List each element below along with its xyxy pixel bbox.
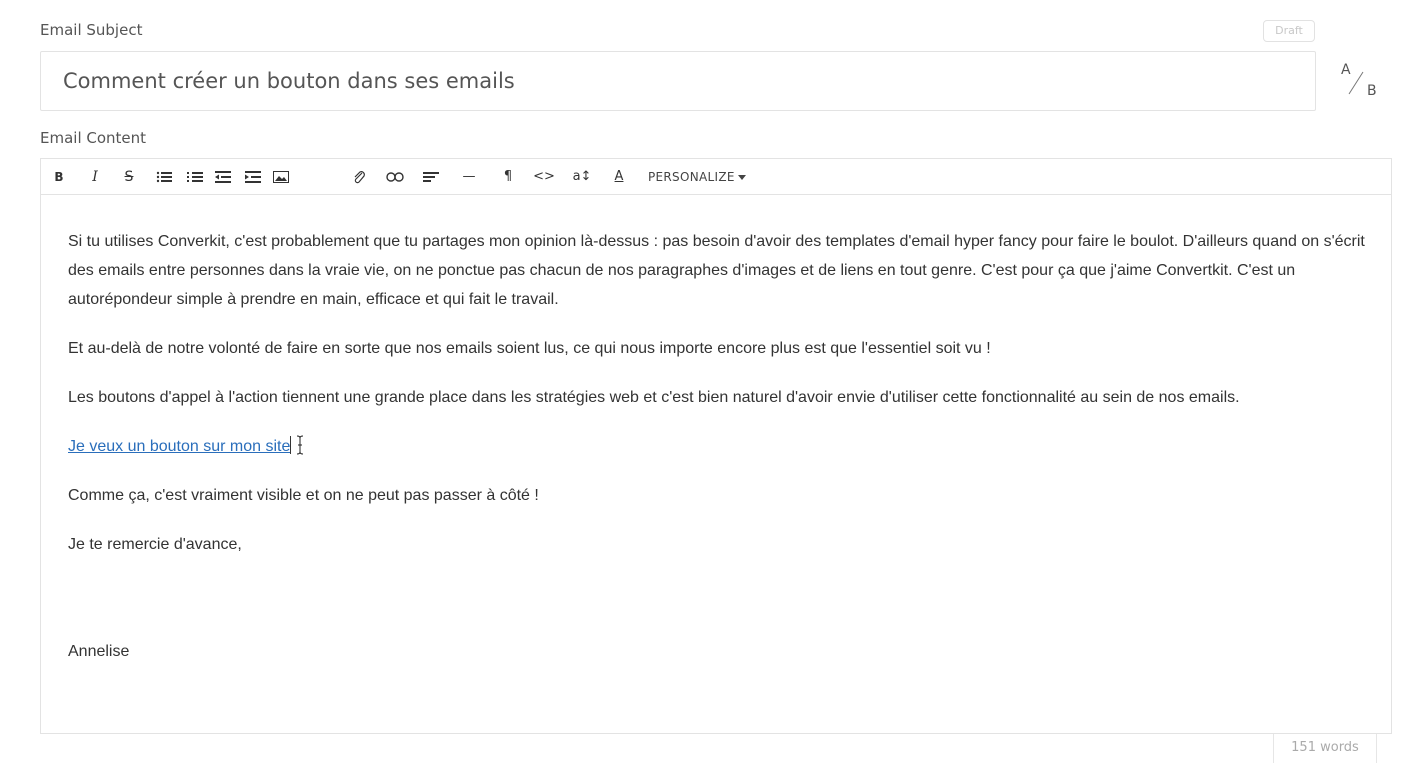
font-color-button[interactable]: A (607, 159, 631, 195)
body-paragraph: Si tu utilises Converkit, c'est probable… (68, 233, 1365, 308)
link-icon (386, 171, 404, 182)
email-editor-page: Email Subject Draft Comment créer un bou… (0, 0, 1420, 763)
email-subject-input[interactable]: Comment créer un bouton dans ses emails (40, 51, 1316, 111)
align-left-icon (423, 171, 439, 182)
text-caret (290, 436, 292, 454)
outdent-button[interactable] (210, 159, 236, 195)
draft-status-badge: Draft (1263, 20, 1315, 42)
editor-toolbar: B I S — ¶ <> a↕ A PERSONALIZE (41, 159, 1391, 195)
body-paragraph: Les boutons d'appel à l'action tiennent … (68, 389, 1240, 406)
attachment-button[interactable] (346, 159, 372, 195)
personalize-label: PERSONALIZE (648, 170, 735, 184)
italic-button[interactable]: I (87, 159, 103, 195)
paperclip-icon (354, 170, 365, 183)
body-link[interactable]: Je veux un bouton sur mon site (68, 438, 290, 455)
body-paragraph: Et au-delà de notre volonté de faire en … (68, 340, 991, 357)
horizontal-rule-button[interactable]: — (456, 159, 482, 195)
image-button[interactable] (268, 159, 294, 195)
link-button[interactable] (382, 159, 408, 195)
ab-test-a-label: A (1341, 62, 1351, 78)
chevron-down-icon (737, 175, 746, 180)
text-cursor-icon (297, 435, 304, 455)
email-content-editor[interactable]: B I S — ¶ <> a↕ A PERSONALIZE Si tu util… (40, 158, 1392, 734)
body-paragraph: Comme ça, c'est vraiment visible et on n… (68, 487, 539, 504)
empty-line (68, 579, 1378, 637)
bulleted-list-button[interactable] (151, 159, 177, 195)
code-view-button[interactable]: <> (530, 159, 558, 195)
body-paragraph: Je te remercie d'avance, (68, 536, 242, 553)
ab-test-button[interactable]: A B (1335, 58, 1385, 104)
numbered-list-icon (187, 171, 203, 182)
link-paragraph: Je veux un bouton sur mon site (68, 432, 1378, 461)
strikethrough-button[interactable]: S (121, 159, 137, 195)
personalize-dropdown[interactable]: PERSONALIZE (648, 159, 768, 195)
align-button[interactable] (418, 159, 444, 195)
email-body[interactable]: Si tu utilises Converkit, c'est probable… (68, 227, 1378, 686)
bold-button[interactable]: B (51, 159, 67, 195)
font-size-button[interactable]: a↕ (568, 159, 596, 195)
indent-icon (245, 170, 261, 183)
email-subject-label: Email Subject (40, 21, 143, 39)
signature: Annelise (68, 643, 130, 660)
email-content-label: Email Content (40, 129, 147, 147)
bulleted-list-icon (156, 171, 172, 182)
numbered-list-button[interactable] (182, 159, 208, 195)
ab-test-b-label: B (1367, 83, 1377, 99)
image-icon (273, 170, 289, 183)
indent-button[interactable] (240, 159, 266, 195)
word-count: 151 words (1273, 734, 1377, 763)
outdent-icon (215, 170, 231, 183)
pilcrow-button[interactable]: ¶ (495, 159, 521, 195)
